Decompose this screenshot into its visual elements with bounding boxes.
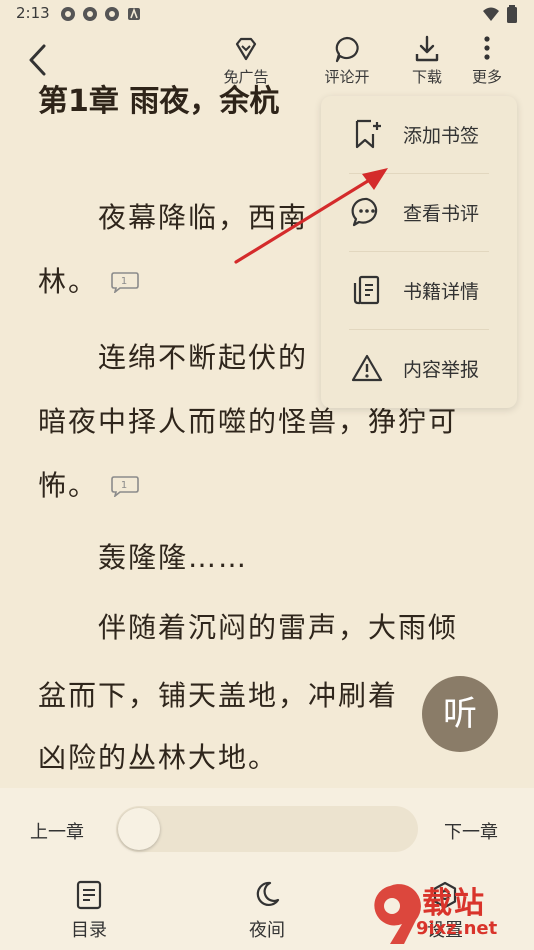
chapter-progress-slider[interactable] — [116, 806, 418, 852]
text-line: 轰隆隆…… — [98, 541, 249, 574]
comment-count-icon: 1 — [111, 475, 139, 498]
listen-button[interactable]: 听 — [422, 676, 498, 752]
night-mode-label: 夜间 — [249, 920, 285, 941]
toc-label: 目录 — [71, 920, 107, 941]
status-system-icons — [482, 5, 518, 27]
back-arrow-icon — [29, 44, 46, 76]
text-line-text: 怖。 — [38, 469, 99, 502]
notification-icon — [104, 6, 120, 22]
status-time: 2:13 — [16, 4, 50, 22]
app-a-icon — [126, 6, 142, 22]
svg-text:1: 1 — [121, 276, 129, 287]
watermark-domain: 9ixz.net — [416, 918, 498, 939]
table-of-contents-icon — [76, 880, 102, 910]
text-line: 怖。 1 — [38, 464, 140, 504]
comment-bubble-icon — [335, 36, 359, 63]
text-line: 连绵不断起伏的 — [98, 341, 309, 374]
toc-button[interactable]: 目录 — [44, 880, 134, 942]
next-chapter-button[interactable]: 下一章 — [444, 818, 498, 844]
menu-item-label: 内容举报 — [403, 359, 480, 381]
menu-item-label: 查看书评 — [403, 203, 480, 225]
wifi-icon — [482, 6, 500, 26]
watermark-logo-icon — [374, 884, 421, 944]
text-line: 伴随着沉闷的雷声，大雨倾 — [98, 611, 459, 644]
status-notification-icons — [60, 6, 142, 22]
svg-text:1: 1 — [121, 480, 129, 491]
status-bar: 2:13 — [0, 0, 534, 28]
battery-icon — [506, 5, 518, 27]
text-line: 林。 1 — [38, 260, 140, 300]
notification-icon — [60, 6, 76, 22]
watermark-brand: 载站 — [422, 886, 486, 921]
more-vertical-icon — [484, 36, 490, 60]
site-watermark: 载站 9ixz.net — [360, 880, 534, 950]
chapter-title: 第1章 雨夜，余杭 — [38, 84, 280, 119]
menu-item-report-content[interactable]: 内容举报 — [321, 330, 517, 408]
diamond-icon — [235, 37, 257, 61]
comment-count-icon: 1 — [111, 271, 139, 294]
paragraph-comment-badge[interactable]: 1 — [110, 267, 140, 300]
back-button[interactable] — [22, 40, 56, 80]
moon-icon — [256, 881, 280, 907]
slider-handle[interactable] — [118, 808, 160, 850]
warning-icon — [351, 354, 383, 382]
download-icon — [415, 35, 439, 62]
text-line: 盆而下，铺天盖地，冲刷着 — [38, 679, 399, 712]
night-mode-button[interactable]: 夜间 — [222, 880, 312, 942]
menu-item-label: 书籍详情 — [403, 281, 480, 303]
notification-icon — [82, 6, 98, 22]
menu-item-label: 添加书签 — [403, 125, 480, 147]
text-line-text: 林。 — [38, 265, 99, 298]
annotation-arrow — [234, 168, 388, 264]
bookmark-add-icon — [355, 119, 381, 149]
prev-chapter-button[interactable]: 上一章 — [30, 818, 84, 844]
text-line: 凶险的丛林大地。 — [38, 741, 279, 774]
paragraph-comment-badge[interactable]: 1 — [110, 471, 140, 504]
